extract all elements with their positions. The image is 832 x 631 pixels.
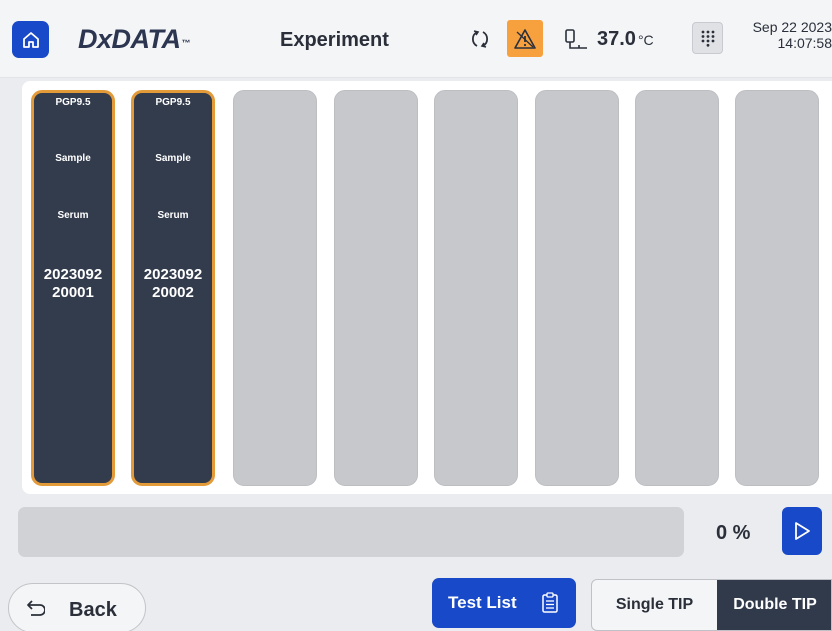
time-text: 14:07:58	[777, 35, 832, 51]
slot-id-line1: 2023092	[43, 266, 103, 283]
thermometer-icon	[565, 29, 587, 49]
tip-mode-toggle: Single TIP Double TIP	[591, 579, 832, 631]
keypad-icon	[701, 30, 714, 47]
sample-slot-7[interactable]	[635, 90, 719, 486]
slot-sample: Serum	[57, 210, 89, 221]
sample-slot-4[interactable]	[334, 90, 418, 486]
back-button[interactable]: Back	[8, 583, 146, 631]
slot-type: Sample	[55, 153, 91, 164]
sync-icon[interactable]	[469, 28, 491, 50]
sample-slot-panel: PGP9.5 Sample Serum 2023092 20001 PGP9.5…	[22, 81, 832, 494]
progress-percent: 0 %	[716, 522, 751, 544]
date-text: Sep 22 2023	[752, 19, 832, 35]
top-bar: DxDATA™ Experiment 37.0 °C Sep 22 2023 1…	[0, 0, 832, 78]
home-icon	[22, 31, 39, 48]
slot-type: Sample	[155, 153, 191, 164]
double-tip-option[interactable]: Double TIP	[717, 580, 831, 630]
single-tip-option[interactable]: Single TIP	[592, 580, 717, 630]
sample-slot-1[interactable]: PGP9.5 Sample Serum 2023092 20001	[31, 90, 115, 486]
progress-bar	[18, 507, 684, 557]
home-button[interactable]	[12, 21, 49, 58]
logo-text: DxDATA	[78, 24, 181, 54]
sample-slot-8[interactable]	[735, 90, 819, 486]
temperature-value: 37.0	[597, 28, 636, 50]
datetime: Sep 22 2023 14:07:58	[737, 19, 832, 51]
keypad-button[interactable]	[692, 22, 723, 54]
slot-id-line2: 20002	[152, 284, 194, 301]
sample-slot-3[interactable]	[233, 90, 317, 486]
start-button[interactable]	[782, 507, 822, 555]
app-logo: DxDATA™	[78, 22, 190, 56]
sample-slot-2[interactable]: PGP9.5 Sample Serum 2023092 20002	[131, 90, 215, 486]
play-icon	[795, 522, 810, 540]
test-list-button[interactable]: Test List	[432, 578, 576, 628]
slot-item: PGP9.5	[55, 97, 91, 108]
warning-icon	[514, 28, 536, 49]
back-label: Back	[69, 599, 117, 621]
slot-id-line2: 20001	[52, 284, 94, 301]
sample-slot-5[interactable]	[434, 90, 518, 486]
slot-sample: Serum	[157, 210, 189, 221]
slot-id-line1: 2023092	[143, 266, 203, 283]
test-list-label: Test List	[448, 593, 517, 612]
temperature-unit: °C	[637, 32, 654, 48]
alarm-button[interactable]	[507, 20, 543, 57]
logo-trademark: ™	[181, 38, 191, 48]
back-arrow-icon	[27, 600, 45, 616]
temperature-readout: 37.0 °C	[597, 27, 654, 52]
slot-id: 2023092 20001	[34, 266, 112, 302]
clipboard-icon	[542, 592, 558, 613]
slot-item: PGP9.5	[155, 97, 191, 108]
page-title: Experiment	[280, 29, 389, 51]
sample-slot-6[interactable]	[535, 90, 619, 486]
slot-id: 2023092 20002	[134, 266, 212, 302]
